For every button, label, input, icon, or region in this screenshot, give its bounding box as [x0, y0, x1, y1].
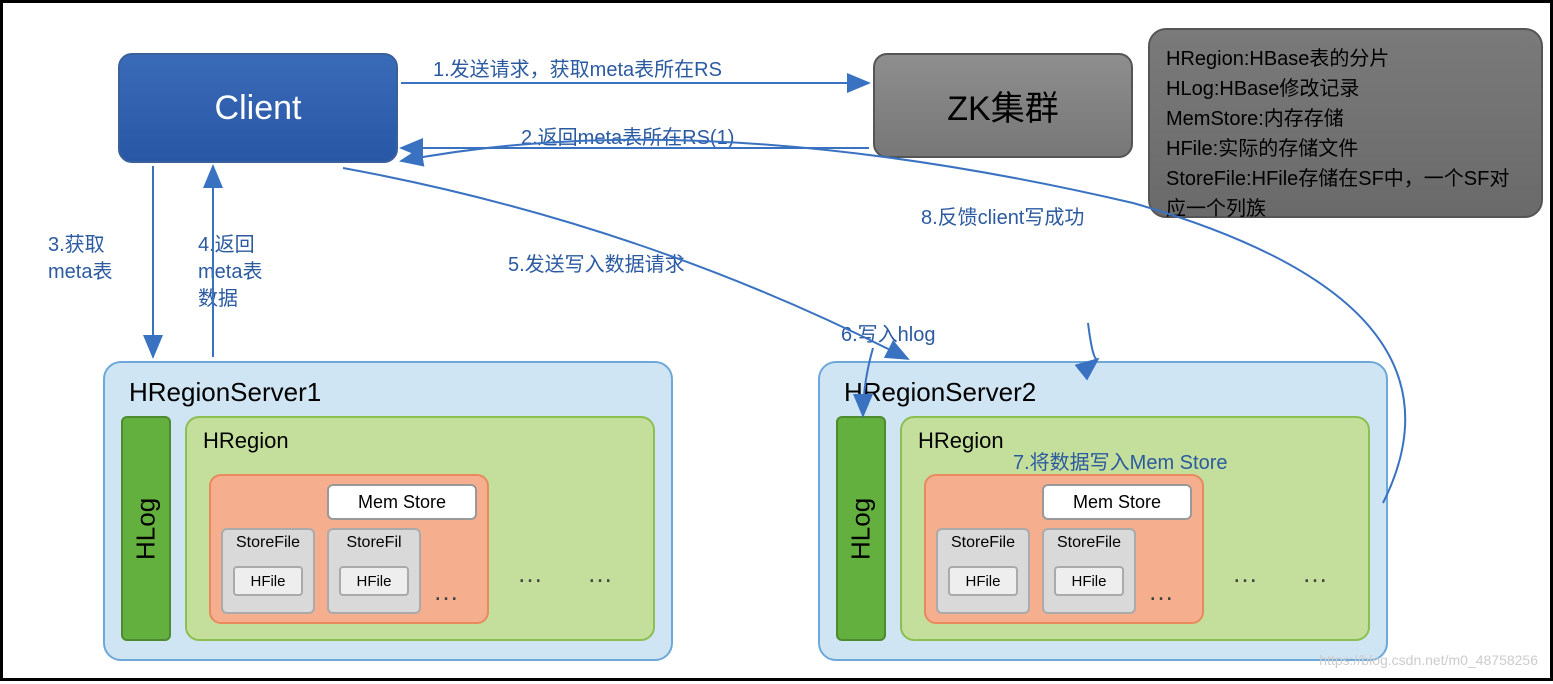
edge-label-4c: 数据	[198, 282, 238, 311]
hregionserver1-node: HRegionServer1 HLog HRegion Mem Store St…	[103, 361, 673, 661]
dots-icon: …	[1302, 558, 1332, 589]
edge-label-4a: 4.返回	[198, 228, 255, 257]
legend-line-storefile: StoreFile:HFile存储在SF中，一个SF对应一个列族	[1166, 164, 1525, 224]
dots-icon: …	[517, 558, 547, 589]
edge-label-8: 8.反馈client写成功	[921, 201, 1084, 230]
legend-box: HRegion:HBase表的分片 HLog:HBase修改记录 MemStor…	[1148, 28, 1543, 218]
rs1-hfile-1: HFile	[233, 566, 303, 596]
rs1-hlog: HLog	[121, 416, 171, 641]
edge-label-1: 1.发送请求，获取meta表所在RS	[433, 53, 722, 82]
hregionserver2-node: HRegionServer2 HLog HRegion Mem Store St…	[818, 361, 1388, 661]
watermark-text: https://blog.csdn.net/m0_48758256	[1319, 652, 1538, 668]
legend-line-memstore: MemStore:内存存储	[1166, 104, 1525, 134]
rs2-storefile-2: StoreFile HFile	[1042, 528, 1136, 614]
rs1-sf2-label: StoreFil	[346, 534, 401, 551]
legend-line-hfile: HFile:实际的存储文件	[1166, 134, 1525, 164]
rs1-storefile-2: StoreFil HFile	[327, 528, 421, 614]
rs2-hlog: HLog	[836, 416, 886, 641]
rs1-storefile-1: StoreFile HFile	[221, 528, 315, 614]
rs2-hfile-2: HFile	[1054, 566, 1124, 596]
edge-label-4b: meta表	[198, 255, 262, 284]
client-node: Client	[118, 53, 398, 163]
diagram-canvas: Client ZK集群 HRegion:HBase表的分片 HLog:HBase…	[0, 0, 1553, 681]
rs1-hfile-2: HFile	[339, 566, 409, 596]
edge-label-7: 7.将数据写入Mem Store	[1013, 446, 1227, 475]
zk-cluster-node: ZK集群	[873, 53, 1133, 158]
rs1-store: Mem Store StoreFile HFile StoreFil HFile…	[209, 474, 489, 624]
edge-label-6: 6.写入hlog	[841, 318, 936, 347]
rs1-title: HRegionServer1	[129, 377, 655, 408]
legend-line-hregion: HRegion:HBase表的分片	[1166, 44, 1525, 74]
rs1-sf1-label: StoreFile	[236, 534, 300, 551]
rs2-store: Mem Store StoreFile HFile StoreFile HFil…	[924, 474, 1204, 624]
edge-label-3b: meta表	[48, 255, 112, 284]
rs2-storefile-1: StoreFile HFile	[936, 528, 1030, 614]
rs2-hfile-1: HFile	[948, 566, 1018, 596]
rs2-title: HRegionServer2	[844, 377, 1370, 408]
edge-label-5: 5.发送写入数据请求	[508, 248, 685, 277]
rs1-hregion: HRegion Mem Store StoreFile HFile StoreF…	[185, 416, 655, 641]
dots-icon: …	[587, 558, 617, 589]
dots-icon: …	[1232, 558, 1262, 589]
edge-label-3a: 3.获取	[48, 228, 105, 257]
legend-line-hlog: HLog:HBase修改记录	[1166, 74, 1525, 104]
rs2-memstore: Mem Store	[1042, 484, 1192, 520]
rs2-sf1-label: StoreFile	[951, 534, 1015, 551]
dots-icon: …	[433, 576, 463, 607]
rs1-hregion-title: HRegion	[203, 428, 641, 454]
rs2-sf2-label: StoreFile	[1057, 534, 1121, 551]
edge-label-2: 2.返回meta表所在RS(1)	[521, 121, 734, 150]
dots-icon: …	[1148, 576, 1178, 607]
rs1-memstore: Mem Store	[327, 484, 477, 520]
